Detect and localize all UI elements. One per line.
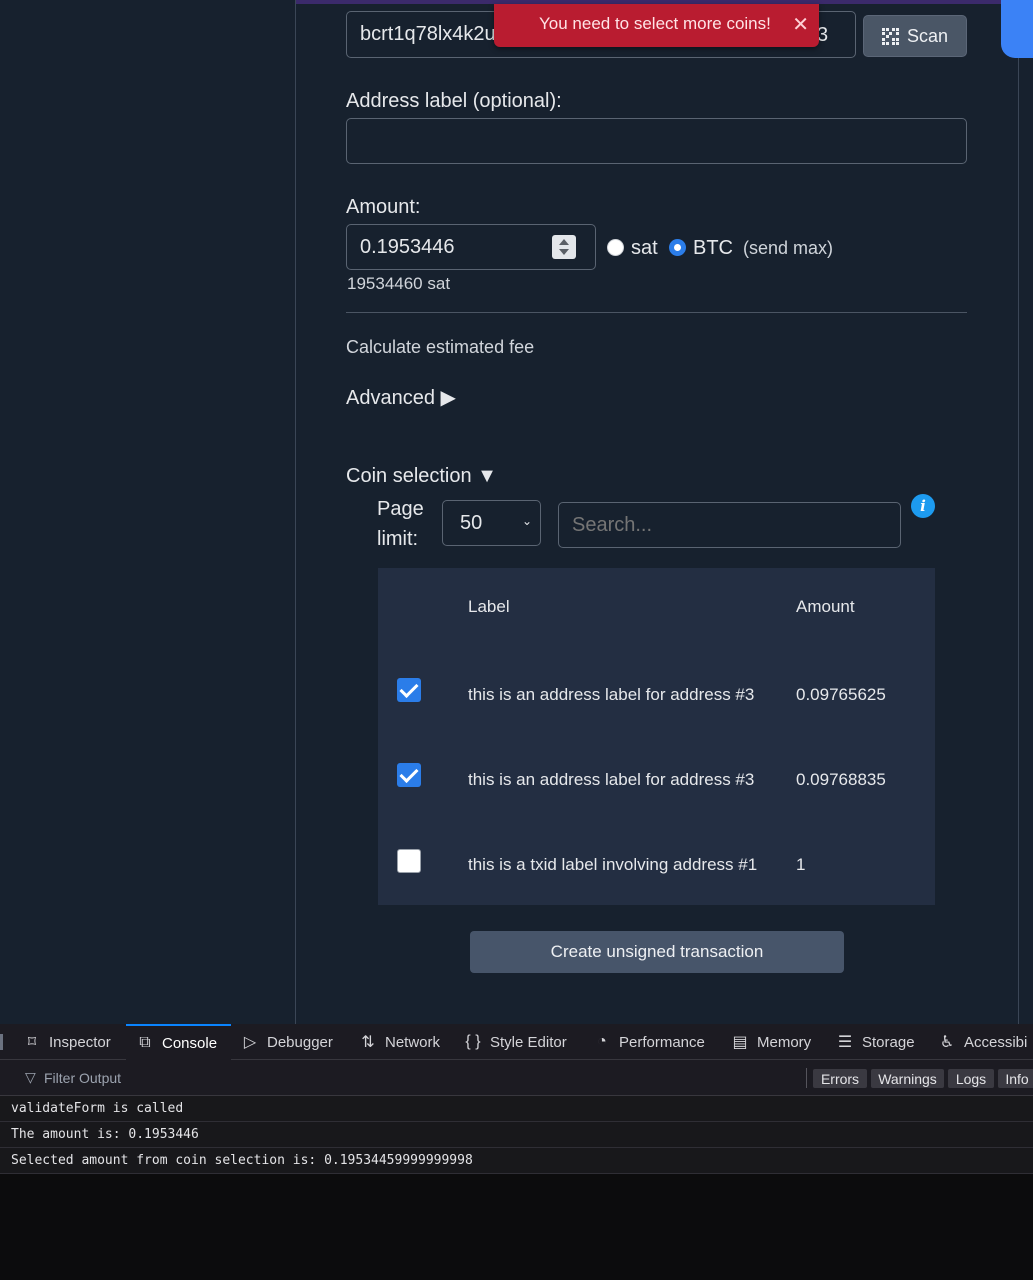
column-header-amount: Amount — [796, 597, 855, 616]
tab-debugger[interactable]: ▷ Debugger — [241, 1024, 333, 1060]
network-icon: ⇅ — [361, 1034, 375, 1051]
tab-debugger-label: Debugger — [267, 1033, 333, 1051]
page-limit-select[interactable]: 50 ⌄ — [442, 500, 541, 546]
row-2-label: this is an address label for address #3 — [468, 770, 755, 789]
row-3-checkbox[interactable] — [397, 849, 421, 873]
unit-btc-label: BTC — [693, 237, 733, 259]
console-icon: ⧉ — [139, 1034, 151, 1051]
row-2-checkbox[interactable] — [397, 763, 421, 787]
qr-code-icon — [881, 27, 899, 45]
left-pane — [0, 0, 296, 1024]
tab-storage-label: Storage — [862, 1033, 915, 1051]
tab-style-editor-label: Style Editor — [490, 1033, 567, 1051]
amount-value: 0.1953446 — [360, 235, 455, 258]
level-warnings-button[interactable]: Warnings — [871, 1069, 944, 1088]
column-header-label: Label — [468, 597, 510, 616]
tab-console[interactable]: ⧉ Console — [126, 1024, 231, 1060]
debugger-icon: ▷ — [243, 1034, 257, 1051]
advanced-toggle[interactable]: Advanced ▶ — [346, 385, 456, 410]
sat-equivalent: 19534460 sat — [347, 274, 451, 293]
tab-performance[interactable]: ◔ Performance — [593, 1024, 705, 1060]
address-label-heading: Address label (optional): — [346, 90, 562, 112]
side-tab-button[interactable] — [1001, 0, 1033, 58]
console-log-line: Selected amount from coin selection is: … — [0, 1148, 1033, 1174]
tab-inspector-label: Inspector — [49, 1033, 111, 1051]
row-3-amount: 1 — [796, 855, 806, 874]
row-1-amount: 0.09765625 — [796, 685, 886, 704]
unit-sat-radio[interactable] — [607, 239, 624, 256]
tab-console-label: Console — [162, 1034, 218, 1052]
coin-table: Label Amount this is an address label fo… — [378, 568, 935, 905]
console-log-line: validateForm is called — [0, 1096, 1033, 1122]
coin-selection-toggle[interactable]: Coin selection ▼ — [346, 465, 497, 488]
error-toast: You need to select more coins! ✕ — [494, 4, 819, 47]
calculate-fee-link[interactable]: Calculate estimated fee — [346, 337, 534, 358]
page-limit-value: 50 — [460, 511, 483, 534]
tab-accessibility[interactable]: ♿ Accessibi — [938, 1024, 1028, 1060]
chevron-down-icon: ⌄ — [521, 514, 532, 528]
coin-search-input[interactable] — [558, 502, 901, 548]
unit-sat-label: sat — [631, 237, 658, 259]
info-icon[interactable]: i — [911, 494, 935, 518]
level-errors-button[interactable]: Errors — [813, 1069, 867, 1088]
devtools-panel: ⌑ Inspector ⧉ Console ▷ Debugger ⇅ Network {… — [0, 1024, 1033, 1280]
filter-output-input[interactable]: Filter Output — [44, 1070, 121, 1086]
filter-icon: ▽ — [25, 1069, 36, 1085]
send-max-link[interactable]: (send max) — [743, 238, 833, 259]
create-unsigned-transaction-button[interactable]: Create unsigned transaction — [470, 931, 844, 973]
filter-bar-divider — [806, 1068, 807, 1088]
console-log-line: The amount is: 0.1953446 — [0, 1122, 1033, 1148]
wallet-app: bcrt1q78lx4k2u 3 You need to select more… — [0, 0, 1033, 1024]
unit-btc-radio[interactable] — [669, 239, 686, 256]
tab-performance-label: Performance — [619, 1033, 705, 1051]
level-info-button[interactable]: Info — [998, 1069, 1033, 1088]
page-limit-label-1: Page — [377, 498, 424, 520]
row-1-label: this is an address label for address #3 — [468, 685, 755, 704]
row-2-amount: 0.09768835 — [796, 770, 886, 789]
address-value: bcrt1q78lx4k2u — [360, 23, 496, 45]
scan-button[interactable]: Scan — [863, 15, 967, 57]
right-pane-edge — [1018, 0, 1033, 1024]
level-logs-button[interactable]: Logs — [948, 1069, 994, 1088]
toast-message: You need to select more coins! — [539, 14, 771, 33]
amount-heading: Amount: — [346, 196, 421, 218]
address-label-input[interactable] — [346, 118, 967, 164]
page-limit-label-2: limit: — [377, 528, 419, 550]
tab-accessibility-label: Accessibi — [964, 1033, 1028, 1051]
scan-label: Scan — [906, 25, 949, 46]
close-icon[interactable]: ✕ — [792, 12, 809, 37]
tab-inspector[interactable]: ⌑ Inspector — [23, 1024, 111, 1060]
tab-memory-label: Memory — [757, 1033, 812, 1051]
performance-icon: ◔ — [597, 1033, 607, 1050]
style-editor-icon: { } — [465, 1033, 481, 1050]
amount-stepper[interactable] — [552, 235, 576, 259]
storage-icon: ☰ — [837, 1034, 853, 1051]
tab-network[interactable]: ⇅ Network — [359, 1024, 440, 1060]
inspector-icon: ⌑ — [27, 1034, 37, 1051]
tab-memory[interactable]: ▤ Memory — [731, 1024, 811, 1060]
memory-icon: ▤ — [732, 1034, 748, 1051]
divider — [346, 312, 967, 313]
tab-network-label: Network — [385, 1033, 441, 1051]
row-3-label: this is a txid label involving address #… — [468, 855, 758, 874]
tab-style-editor[interactable]: { } Style Editor — [464, 1024, 567, 1060]
devtools-tab-bar: ⌑ Inspector ⧉ Console ▷ Debugger ⇅ Network {… — [0, 1024, 1033, 1060]
accessibility-icon: ♿ — [939, 1034, 955, 1051]
tab-storage[interactable]: ☰ Storage — [836, 1024, 915, 1060]
row-1-checkbox[interactable] — [397, 678, 421, 702]
devtools-edge-marker — [0, 1034, 3, 1050]
